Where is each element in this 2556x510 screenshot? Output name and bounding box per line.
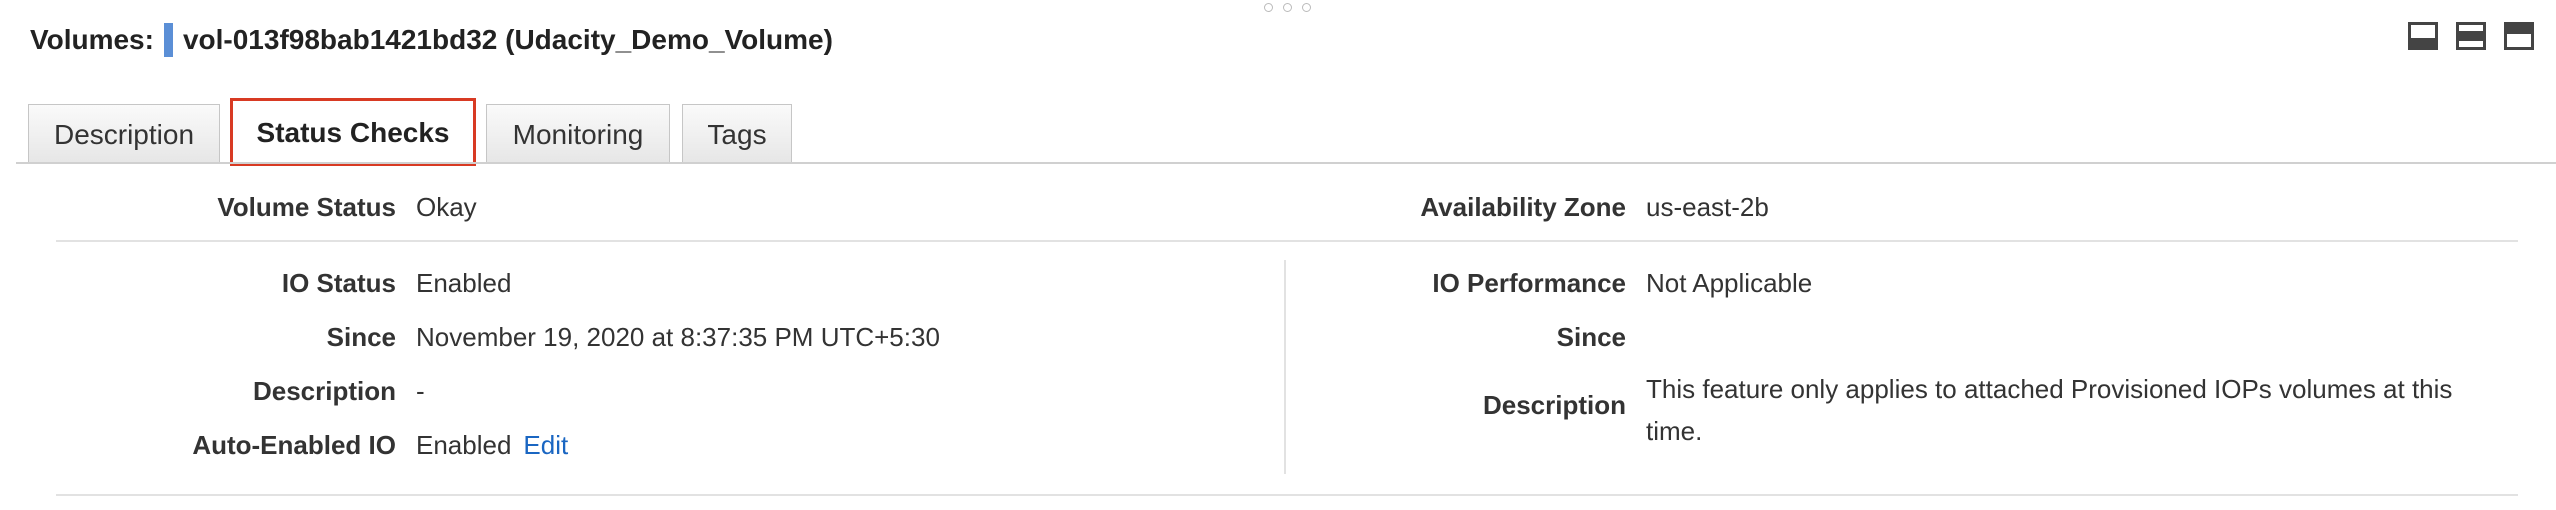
panel-middle-layout-icon[interactable] [2456,22,2486,50]
right-since-label: Since [1556,322,1626,352]
io-status-label: IO Status [281,268,396,298]
header-prefix: Volumes: [30,24,154,55]
panel-top-layout-icon[interactable] [2504,22,2534,50]
drag-dot [1283,3,1292,12]
volume-title: vol-013f98bab1421bd32 (Udacity_Demo_Volu… [182,24,833,55]
volume-status-value: Okay [416,192,477,222]
io-performance-value: Not Applicable [1646,268,1813,298]
description-value: - [416,376,425,406]
since-value: November 19, 2020 at 8:37:35 PM UTC+5:30 [416,322,940,352]
auto-enabled-io-value: Enabled [416,430,512,460]
tab-underline [16,162,2556,164]
auto-enabled-io-label: Auto-Enabled IO [192,430,396,460]
right-description-label: Description [1482,390,1626,420]
drag-dot [1302,3,1311,12]
volume-status-label: Volume Status [217,192,396,222]
bottom-divider [56,494,2518,496]
availability-zone-value: us-east-2b [1646,192,1769,222]
drag-dot [1264,3,1273,12]
right-description-value: This feature only applies to attached Pr… [1646,374,2453,446]
edit-link[interactable]: Edit [523,430,568,460]
tab-tags[interactable]: Tags [682,104,792,164]
divider [56,240,2518,242]
availability-zone-label: Availability Zone [1420,192,1626,222]
panel-bottom-layout-icon[interactable] [2408,22,2438,50]
auto-enabled-io-value-group: Enabled Edit [416,430,568,461]
panel-header: Volumes: vol-013f98bab1421bd32 (Udacity_… [30,22,833,58]
drag-handle-icon[interactable] [1264,3,1311,12]
since-label: Since [326,322,396,352]
tab-monitoring[interactable]: Monitoring [486,104,670,164]
description-label: Description [252,376,396,406]
volume-accent-bar [163,23,173,57]
tab-status-checks[interactable]: Status Checks [230,98,476,166]
io-performance-label: IO Performance [1432,268,1626,298]
tab-bar: Description Status Checks Monitoring Tag… [28,98,804,166]
io-status-value: Enabled [416,268,512,298]
tab-description[interactable]: Description [28,104,220,164]
layout-buttons [2408,22,2534,50]
